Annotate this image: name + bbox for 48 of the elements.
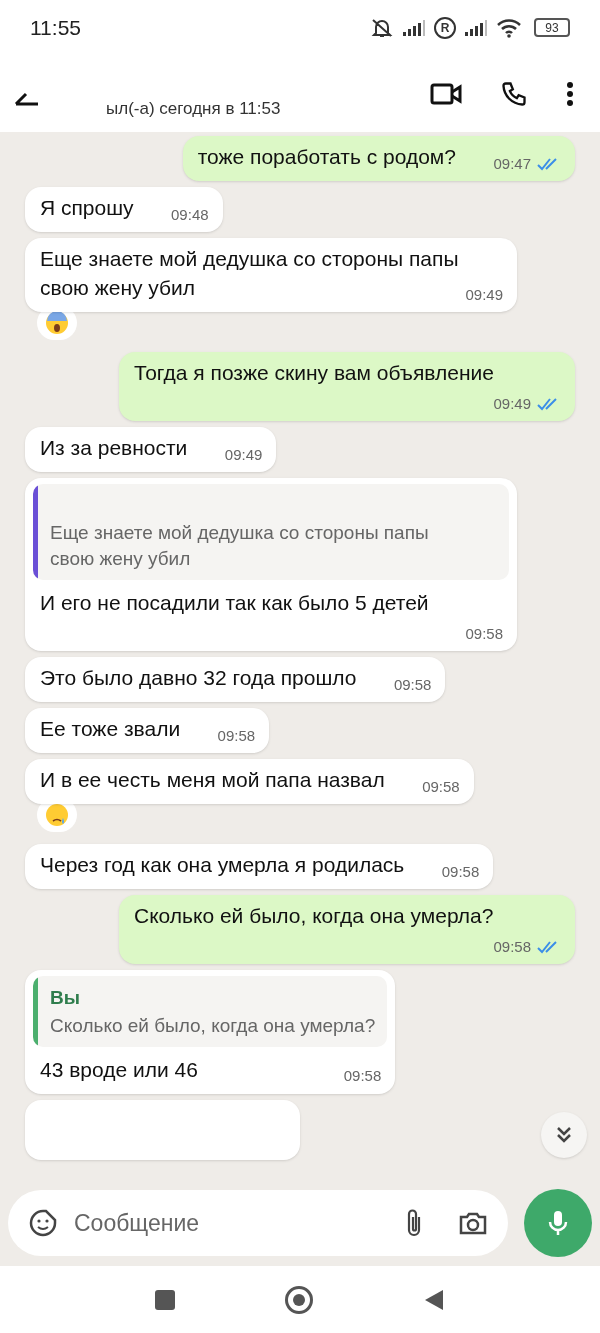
message-text: Тогда я позже скину вам объявление (134, 361, 494, 384)
message-text: Это было давно 32 года прошло (40, 666, 357, 689)
message-time: 09:58 (217, 725, 256, 746)
back-button[interactable] (423, 1287, 445, 1312)
wifi-icon (496, 17, 522, 38)
mute-icon (370, 16, 394, 39)
home-button[interactable] (285, 1285, 313, 1314)
phone-icon[interactable] (500, 79, 528, 108)
quote-text: Еще знаете мой дедушка со стороны папы свою жену убил (50, 521, 430, 571)
message-text: Еще знаете мой дедушка со стороны папы свою жену убил (40, 247, 459, 299)
quote-text: Сколько ей было, когда она умерла? (50, 1013, 376, 1038)
message-time: 09:58 (465, 623, 503, 644)
message-field[interactable]: Сообщение (74, 1205, 404, 1241)
message-time: 09:49 (224, 444, 263, 465)
message-time: 09:58 (493, 936, 531, 957)
scroll-down-button[interactable] (541, 1112, 587, 1158)
message-time: 09:49 (465, 284, 503, 305)
more-options-icon[interactable] (566, 80, 574, 107)
quote-author: Вы (50, 986, 81, 1010)
signal-icon (464, 18, 488, 37)
message-text: И его не посадили так как было 5 детей (40, 591, 429, 614)
last-seen-text: ыл(-а) сегодня в 11:53 (106, 97, 281, 120)
message-text: 43 вроде или 46 (40, 1057, 198, 1081)
message-text: Сколько ей было, когда она умерла? (134, 904, 494, 927)
message-text: Я спрошу (40, 196, 134, 219)
recent-apps-button[interactable] (155, 1289, 175, 1310)
signal-icon (402, 18, 426, 37)
video-call-icon[interactable] (430, 81, 462, 106)
roaming-indicator: R (434, 16, 456, 39)
message-text: И в ее честь меня мой папа назвал (40, 768, 385, 791)
battery-indicator: 93 (534, 18, 570, 37)
message-text: Ее тоже звали (40, 717, 181, 740)
message-time: 09:48 (171, 204, 209, 225)
message-time: 09:58 (393, 674, 432, 695)
message-time: 09:47 (493, 153, 531, 174)
message-text: тоже поработать с родом? (197, 145, 456, 168)
microphone-icon (548, 1209, 568, 1237)
message-time: 09:58 (343, 1066, 382, 1086)
status-time: 11:55 (30, 14, 81, 41)
message-text: Через год как она умерла я родилась (40, 853, 405, 876)
camera-icon[interactable] (458, 1210, 488, 1236)
message-time: 09:58 (441, 861, 480, 882)
sticker-icon[interactable] (28, 1208, 58, 1238)
message-text: Из за ревности (40, 436, 188, 459)
message-time: 09:58 (422, 776, 460, 797)
message-input[interactable]: Сообщение (8, 1190, 508, 1256)
double-chevron-icon (554, 1125, 574, 1145)
message-time: 09:49 (493, 393, 531, 414)
